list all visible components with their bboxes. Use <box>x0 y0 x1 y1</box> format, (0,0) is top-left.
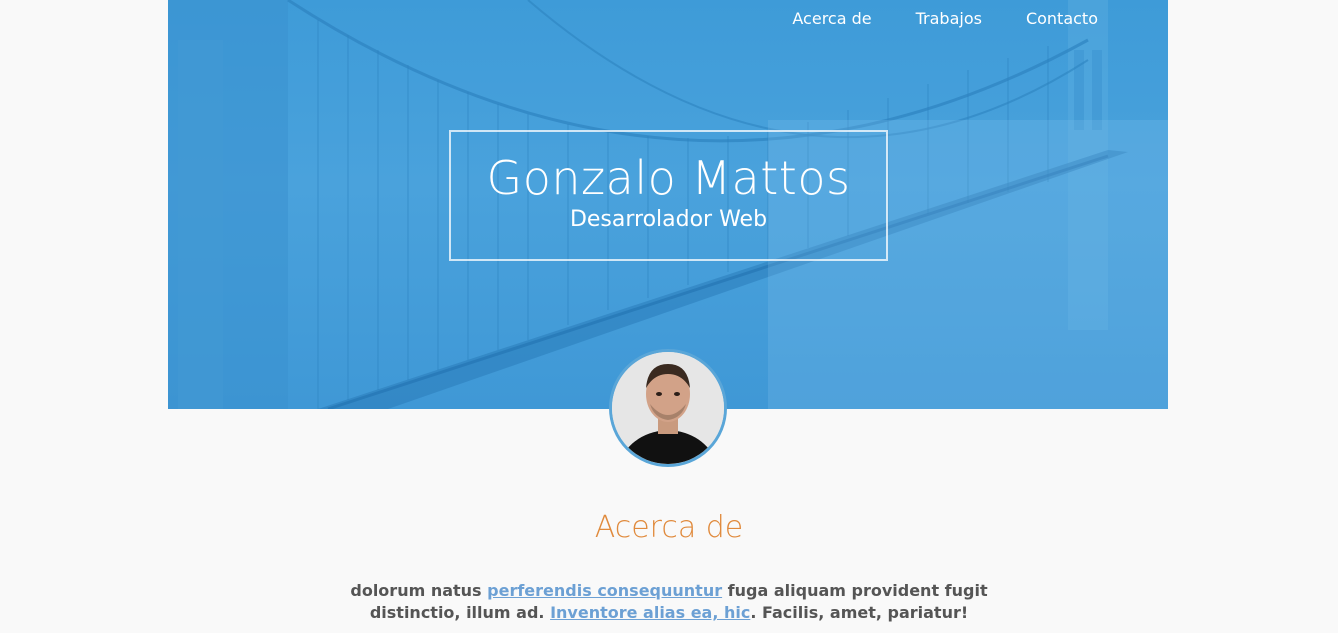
about-link-1[interactable]: perferendis consequuntur <box>487 581 722 600</box>
hero-banner: Acerca de Trabajos Contacto Gonzalo Matt… <box>168 0 1168 409</box>
nav-item-trabajos[interactable]: Trabajos <box>916 9 982 28</box>
hero-role: Desarrolador Web <box>569 207 768 232</box>
profile-photo <box>612 352 724 464</box>
hero-name: Gonzalo Mattos <box>486 151 851 205</box>
hero-title-box: Gonzalo Mattos Desarrolador Web <box>449 130 888 261</box>
about-paragraph: dolorum natus perferendis consequuntur f… <box>320 580 1018 624</box>
about-link-2[interactable]: Inventore alias ea, hic <box>550 603 750 622</box>
top-navigation: Acerca de Trabajos Contacto <box>792 9 1098 28</box>
nav-item-contacto[interactable]: Contacto <box>1026 9 1098 28</box>
section-title-acerca-de: Acerca de <box>594 510 744 545</box>
about-text-part-1: dolorum natus <box>350 581 488 600</box>
about-text-part-3: . Facilis, amet, pariatur! <box>750 603 969 622</box>
avatar <box>609 349 727 467</box>
nav-item-acerca-de[interactable]: Acerca de <box>792 9 871 28</box>
